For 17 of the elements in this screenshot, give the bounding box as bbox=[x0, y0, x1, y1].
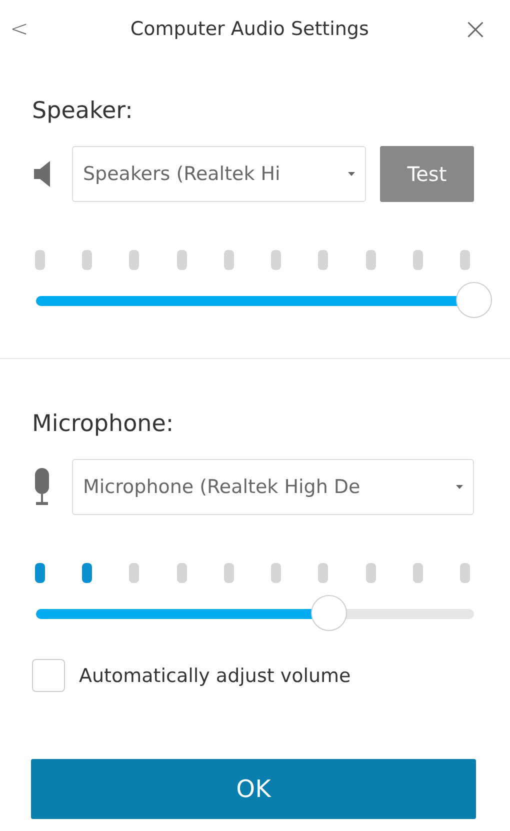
section-heading: Speaker: bbox=[32, 98, 134, 124]
ok-button[interactable]: OK bbox=[31, 759, 476, 819]
back-button[interactable]: < bbox=[10, 16, 28, 42]
speaker-icon bbox=[34, 161, 50, 187]
slider-thumb[interactable] bbox=[311, 595, 348, 631]
slider-thumb[interactable] bbox=[456, 282, 492, 318]
device-dropdown[interactable]: Microphone (Realtek High De bbox=[72, 459, 474, 515]
checkbox[interactable] bbox=[32, 659, 65, 692]
caret-icon bbox=[348, 172, 355, 176]
window-title: Computer Audio Settings bbox=[130, 18, 369, 40]
microphone-icon bbox=[34, 468, 50, 506]
section-heading: Microphone: bbox=[32, 411, 175, 437]
close-button[interactable]: × bbox=[462, 12, 488, 46]
checkbox-label: Automatically adjust volume bbox=[79, 664, 351, 686]
test-button[interactable]: Test bbox=[380, 146, 474, 202]
device-dropdown[interactable]: Speakers (Realtek Hi bbox=[72, 146, 366, 202]
caret-icon bbox=[456, 485, 463, 489]
